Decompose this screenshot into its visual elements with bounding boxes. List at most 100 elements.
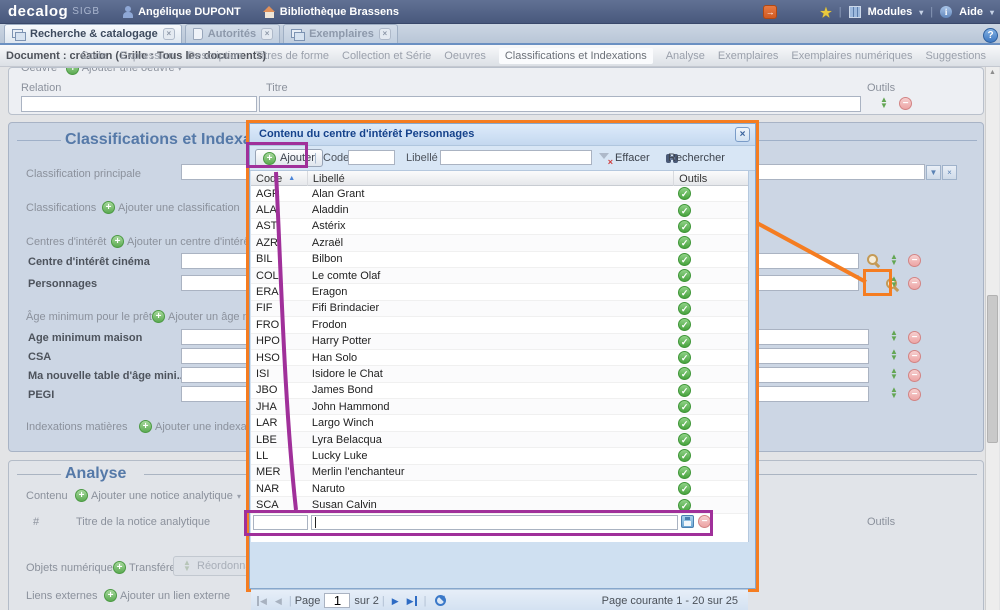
move-up-down-icon[interactable] [888, 254, 900, 266]
add-notice-link[interactable]: Ajouter une notice analytique [91, 490, 233, 502]
table-row[interactable]: ISIIsidore le Chat [251, 366, 748, 382]
table-row[interactable]: LBELyra Belacqua [251, 432, 748, 448]
table-row[interactable]: COLLe comte Olaf [251, 268, 748, 284]
add-icon[interactable] [139, 420, 152, 433]
column-code[interactable]: Code ▲ [251, 171, 308, 186]
table-row[interactable]: NARNaruto [251, 481, 748, 497]
add-icon[interactable] [102, 201, 115, 214]
validate-check-icon[interactable] [678, 433, 691, 446]
current-user[interactable]: Angélique DUPONT [122, 6, 241, 18]
table-row[interactable]: FROFrodon [251, 317, 748, 333]
table-row[interactable]: HPOHarry Potter [251, 334, 748, 350]
remove-icon[interactable] [908, 369, 921, 382]
doc-nav-link[interactable]: Expression [120, 50, 174, 62]
validate-check-icon[interactable] [678, 236, 691, 249]
tab-exemplaires[interactable]: Exemplaires [283, 24, 398, 43]
column-libelle[interactable]: Libellé [308, 171, 674, 186]
doc-nav-link[interactable]: Analyse [666, 50, 705, 62]
logout-icon[interactable] [763, 5, 777, 19]
table-row[interactable]: MERMerlin l'enchanteur [251, 465, 748, 481]
filter-libelle-input[interactable] [440, 150, 592, 165]
remove-icon[interactable] [908, 277, 921, 290]
scrollbar-thumb[interactable] [987, 295, 998, 443]
validate-check-icon[interactable] [678, 204, 691, 217]
add-icon[interactable] [113, 561, 126, 574]
validate-check-icon[interactable] [678, 417, 691, 430]
rechercher-button[interactable]: Rechercher [668, 152, 725, 164]
doc-nav-link[interactable]: Code [81, 50, 107, 62]
search-icon[interactable] [867, 254, 880, 267]
table-row[interactable]: AGRAlan Grant [251, 186, 748, 202]
table-row[interactable]: HSOHan Solo [251, 350, 748, 366]
validate-check-icon[interactable] [678, 384, 691, 397]
table-row[interactable]: LARLargo Winch [251, 415, 748, 431]
effacer-icon[interactable] [599, 152, 611, 164]
validate-check-icon[interactable] [678, 302, 691, 315]
validate-check-icon[interactable] [678, 400, 691, 413]
validate-check-icon[interactable] [678, 187, 691, 200]
filter-code-input[interactable] [348, 150, 395, 165]
close-icon[interactable] [379, 28, 391, 40]
tab-autorites[interactable]: Autorités [185, 24, 280, 43]
first-page-icon[interactable]: ◀ [257, 596, 267, 606]
table-row[interactable]: FIFFifi Brindacier [251, 301, 748, 317]
validate-check-icon[interactable] [678, 351, 691, 364]
table-row[interactable]: JBOJames Bond [251, 383, 748, 399]
table-row[interactable]: JHAJohn Hammond [251, 399, 748, 415]
refresh-icon[interactable] [435, 595, 446, 606]
relation-input[interactable] [21, 96, 257, 112]
add-icon[interactable] [75, 489, 88, 502]
modal-header[interactable]: Contenu du centre d'intérêt Personnages [250, 124, 755, 146]
close-icon[interactable] [735, 127, 750, 142]
close-icon[interactable] [261, 28, 273, 40]
previous-page-icon[interactable]: ◀ [275, 596, 282, 606]
clear-icon[interactable]: × [942, 165, 957, 180]
validate-check-icon[interactable] [678, 466, 691, 479]
close-icon[interactable] [163, 28, 175, 40]
remove-icon[interactable] [908, 254, 921, 267]
remove-icon[interactable] [908, 350, 921, 363]
next-page-icon[interactable]: ▶ [392, 596, 399, 606]
validate-check-icon[interactable] [678, 253, 691, 266]
move-up-down-icon[interactable] [888, 387, 900, 399]
table-row[interactable]: ALAAladdin [251, 202, 748, 218]
add-icon[interactable] [111, 235, 124, 248]
validate-check-icon[interactable] [678, 286, 691, 299]
page-input[interactable] [324, 593, 350, 608]
tab-recherche-catalogage[interactable]: Recherche & catalogage [4, 24, 182, 43]
table-row[interactable]: AZRAzraël [251, 235, 748, 251]
validate-check-icon[interactable] [678, 449, 691, 462]
add-oeuvre-link[interactable]: Ajouter une oeuvre [82, 67, 175, 74]
last-page-icon[interactable]: ▶ [407, 596, 417, 606]
validate-check-icon[interactable] [678, 269, 691, 282]
remove-icon[interactable] [908, 331, 921, 344]
modules-menu[interactable]: Modules [868, 6, 913, 18]
column-outils[interactable]: Outils [674, 171, 748, 186]
validate-check-icon[interactable] [678, 335, 691, 348]
doc-nav-link[interactable]: Classifications et Indexations [499, 48, 653, 64]
aide-menu[interactable]: Aide [959, 6, 983, 18]
transferer-link[interactable]: Transférer [129, 562, 179, 574]
doc-nav-link[interactable]: Titres de forme [255, 50, 329, 62]
scroll-up-icon[interactable]: ▲ [989, 69, 996, 76]
effacer-button[interactable]: Effacer [615, 152, 650, 164]
remove-icon[interactable] [899, 97, 912, 110]
validate-check-icon[interactable] [678, 220, 691, 233]
add-lien-link[interactable]: Ajouter un lien externe [120, 590, 230, 602]
table-row[interactable]: ASTAstérix [251, 219, 748, 235]
chevron-down-icon[interactable]: ▼ [926, 165, 941, 180]
doc-nav-link[interactable]: Exemplaires numériques [791, 50, 912, 62]
remove-icon[interactable] [908, 388, 921, 401]
move-up-down-icon[interactable] [888, 368, 900, 380]
table-row[interactable]: ERAEragon [251, 284, 748, 300]
doc-nav-link[interactable]: Exemplaires [718, 50, 779, 62]
help-button[interactable]: ? [983, 28, 998, 43]
titre-input[interactable] [259, 96, 861, 112]
table-row[interactable]: BILBilbon [251, 252, 748, 268]
add-centre-link[interactable]: Ajouter un centre d'intérêt [127, 236, 253, 248]
validate-check-icon[interactable] [678, 318, 691, 331]
move-up-down-icon[interactable] [888, 330, 900, 342]
add-icon[interactable] [66, 67, 79, 75]
doc-nav-link[interactable]: Collection et Série [342, 50, 431, 62]
doc-nav-link[interactable]: Suggestions [925, 50, 986, 62]
